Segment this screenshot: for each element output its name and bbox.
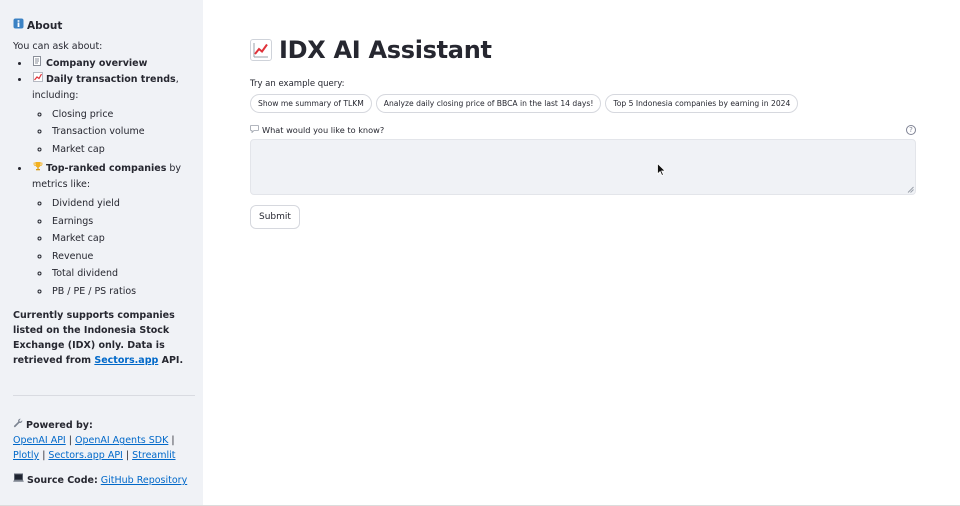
sub-list: Closing price Transaction volume Market … — [32, 106, 195, 159]
sub-item: Total dividend — [50, 265, 195, 283]
list-item: Company overview — [30, 55, 195, 71]
openai-agents-sdk-link[interactable]: OpenAI Agents SDK — [75, 435, 168, 446]
source-code: Source Code: GitHub Repository — [13, 473, 195, 488]
list-item: Daily transaction trends, including: Clo… — [30, 72, 195, 158]
source-code-label: Source Code: — [27, 475, 98, 487]
sidebar: About You can ask about: Company overvie… — [0, 0, 203, 506]
title-text: IDX AI Assistant — [279, 36, 492, 64]
speech-bubble-icon — [250, 125, 259, 135]
example-query-label: Try an example query: — [250, 79, 345, 89]
powered-by-label: Powered by: — [26, 420, 93, 432]
sub-list: Dividend yield Earnings Market cap Reven… — [32, 195, 195, 300]
sub-item: Market cap — [50, 230, 195, 248]
streamlit-link[interactable]: Streamlit — [132, 450, 175, 461]
item-label: Daily transaction trends — [46, 74, 176, 86]
question-label-text: What would you like to know? — [262, 125, 385, 135]
chart-up-icon — [250, 39, 272, 61]
wrench-icon — [13, 418, 23, 433]
item-label: Top-ranked companies — [46, 163, 167, 175]
question-textarea[interactable] — [250, 139, 916, 195]
about-heading: About — [13, 18, 195, 35]
sub-item: Earnings — [50, 213, 195, 231]
sub-item: Transaction volume — [50, 123, 195, 141]
powered-by-heading: Powered by: — [13, 418, 195, 433]
list-item: Top-ranked companies by metrics like: Di… — [30, 161, 195, 300]
resize-handle-icon[interactable] — [907, 186, 914, 193]
example-queries: Show me summary of TLKM Analyze daily cl… — [250, 94, 799, 113]
example-query-button[interactable]: Top 5 Indonesia companies by earning in … — [605, 94, 799, 113]
laptop-icon — [13, 473, 24, 488]
question-label: What would you like to know? — [250, 125, 384, 135]
sub-item: Revenue — [50, 248, 195, 266]
note-end: API. — [158, 355, 184, 367]
sub-item: Closing price — [50, 106, 195, 124]
about-title: About — [27, 20, 63, 32]
document-icon — [32, 55, 43, 71]
sectors-app-api-link[interactable]: Sectors.app API — [48, 450, 122, 461]
page-title: IDX AI Assistant — [250, 36, 492, 64]
scope-note: Currently supports companies listed on t… — [13, 308, 195, 368]
example-query-button[interactable]: Show me summary of TLKM — [250, 94, 372, 113]
help-icon[interactable]: ? — [906, 125, 916, 135]
openai-api-link[interactable]: OpenAI API — [13, 435, 66, 446]
submit-button[interactable]: Submit — [250, 205, 300, 229]
about-intro: You can ask about: — [13, 40, 103, 52]
sub-item: PB / PE / PS ratios — [50, 283, 195, 301]
capabilities-list: Company overview Daily transaction trend… — [13, 55, 195, 300]
plotly-link[interactable]: Plotly — [13, 450, 39, 461]
sub-item: Market cap — [50, 141, 195, 159]
item-label: Company overview — [46, 57, 148, 69]
sidebar-divider — [13, 395, 195, 397]
sectors-app-link[interactable]: Sectors.app — [94, 355, 158, 366]
powered-links: OpenAI API | OpenAI Agents SDK | Plotly … — [13, 435, 176, 462]
info-icon — [13, 18, 24, 35]
github-repository-link[interactable]: GitHub Repository — [101, 473, 187, 488]
trophy-icon — [32, 161, 43, 176]
mouse-pointer-icon — [657, 163, 666, 176]
sub-item: Dividend yield — [50, 195, 195, 213]
chart-up-icon — [32, 72, 43, 87]
example-query-button[interactable]: Analyze daily closing price of BBCA in t… — [375, 94, 602, 113]
